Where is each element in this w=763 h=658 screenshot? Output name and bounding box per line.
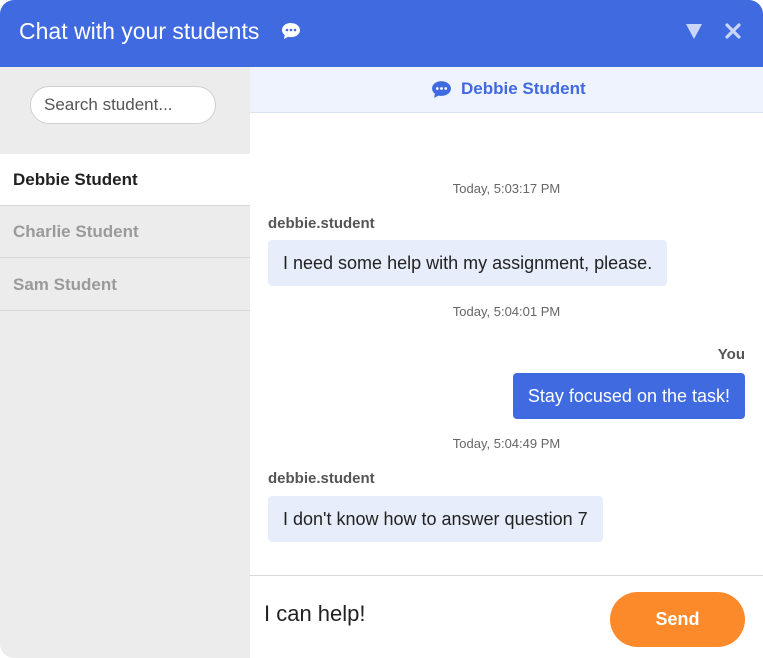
message-timestamp: Today, 5:03:17 PM: [452, 181, 561, 196]
chat-recipient-name: Debbie Student: [461, 79, 586, 98]
minimize-button[interactable]: [683, 20, 705, 42]
window-title: Chat with your students: [19, 18, 260, 44]
chat-window: Chat with your students Debbie Student C…: [0, 0, 763, 658]
student-item-charlie[interactable]: Charlie Student: [0, 206, 250, 258]
message-timestamp: Today, 5:04:01 PM: [452, 304, 561, 319]
chat-header: Debbie Student: [250, 67, 763, 113]
title-bar: Chat with your students: [0, 0, 763, 67]
message-sender: debbie.student: [268, 215, 375, 232]
search-student-input[interactable]: [30, 86, 216, 124]
triangle-down-icon: [686, 24, 702, 39]
message-bubble-incoming: I don't know how to answer question 7: [268, 496, 603, 542]
chat-header-content: Debbie Student: [431, 78, 586, 100]
message-sender: You: [717, 346, 745, 363]
student-item-sam[interactable]: Sam Student: [0, 259, 250, 311]
message-bubble-incoming: I need some help with my assignment, ple…: [268, 240, 668, 286]
chat-bubble-icon: [432, 80, 451, 98]
send-button[interactable]: Send: [610, 592, 745, 647]
student-item-debbie[interactable]: Debbie Student: [0, 154, 250, 206]
message-bubble-outgoing: Stay focused on the task!: [512, 373, 745, 419]
message-input[interactable]: [262, 592, 596, 636]
chat-bubble-icon: [282, 23, 300, 39]
student-sidebar: Debbie Student Charlie Student Sam Stude…: [0, 67, 250, 658]
message-timestamp: Today, 5:04:49 PM: [452, 436, 561, 451]
message-sender: debbie.student: [268, 470, 375, 487]
close-icon: [725, 23, 741, 39]
close-button[interactable]: [722, 20, 744, 42]
chat-panel: Debbie Student Today, 5:03:17 PM debbie.…: [250, 67, 763, 658]
message-composer: Send: [250, 575, 763, 658]
